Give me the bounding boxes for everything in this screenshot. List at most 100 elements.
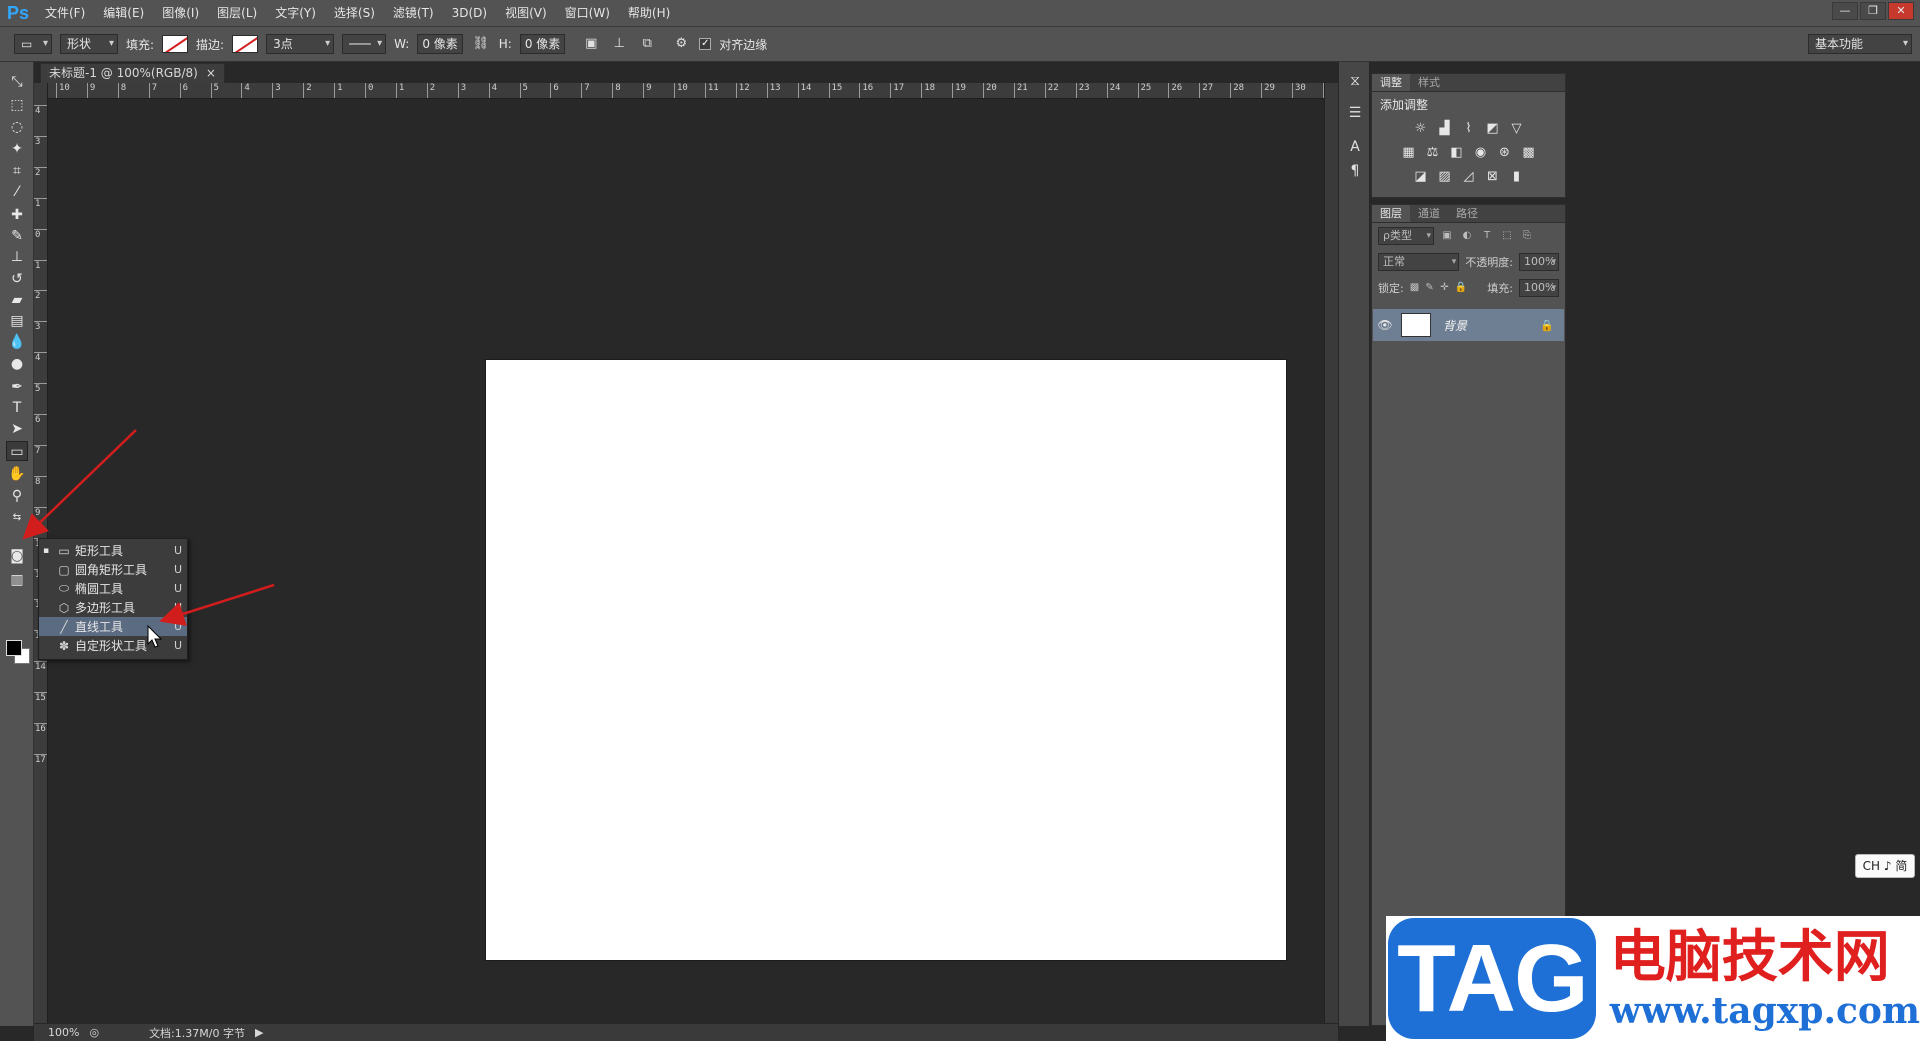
properties-panel-icon[interactable]: ☰: [1344, 102, 1366, 124]
stroke-swatch[interactable]: [232, 35, 259, 53]
blur-tool-icon[interactable]: 💧: [6, 332, 28, 352]
invert-icon[interactable]: ◪: [1412, 168, 1430, 186]
vibrance-icon[interactable]: ▽: [1508, 120, 1526, 138]
dodge-tool-icon[interactable]: ●: [6, 354, 28, 374]
tool-preset-picker[interactable]: ▭: [14, 34, 52, 54]
flyout-item-rectangle[interactable]: ▪ ▭ 矩形工具 U: [39, 541, 187, 560]
fill-swatch[interactable]: [162, 35, 189, 53]
gradient-tool-icon[interactable]: ▤: [6, 311, 28, 331]
tab-paths[interactable]: 路径: [1448, 205, 1486, 222]
tool-mode-select[interactable]: 形状: [60, 34, 118, 54]
lock-all-icon[interactable]: 🔒: [1455, 281, 1467, 295]
swap-colors-icon[interactable]: ⇆: [6, 508, 28, 528]
brightness-icon[interactable]: ☼: [1412, 120, 1430, 138]
rectangle-tool-icon[interactable]: ▭: [6, 441, 28, 461]
filter-shape-icon[interactable]: ⬚: [1500, 229, 1514, 243]
visibility-eye-icon[interactable]: 👁: [1373, 318, 1397, 332]
blend-mode-select[interactable]: 正常: [1378, 253, 1460, 271]
status-menu-arrow-icon[interactable]: ▶: [255, 1026, 263, 1039]
flyout-item-rounded-rectangle[interactable]: ▢ 圆角矩形工具 U: [39, 560, 187, 579]
posterize-icon[interactable]: ▨: [1436, 168, 1454, 186]
menu-filter[interactable]: 滤镜(T): [384, 0, 443, 27]
lasso-tool-icon[interactable]: ◌: [6, 117, 28, 137]
fill-opacity-input[interactable]: 100%: [1519, 279, 1559, 297]
menu-file[interactable]: 文件(F): [36, 0, 94, 27]
filter-adjustment-icon[interactable]: ◐: [1460, 229, 1474, 243]
screen-mode-icon[interactable]: ▥: [6, 570, 28, 590]
ime-indicator[interactable]: CH ♪ 简: [1855, 854, 1915, 878]
character-panel-icon[interactable]: A: [1344, 136, 1366, 158]
menu-view[interactable]: 视图(V): [496, 0, 556, 27]
align-edges-checkbox[interactable]: ✓: [699, 38, 712, 50]
menu-help[interactable]: 帮助(H): [619, 0, 679, 27]
brush-tool-icon[interactable]: ✎: [6, 226, 28, 246]
channel-mixer-icon[interactable]: ⊛: [1496, 144, 1514, 162]
foreground-color-swatch[interactable]: [6, 640, 22, 656]
menu-edit[interactable]: 编辑(E): [94, 0, 153, 27]
lock-position-icon[interactable]: ✛: [1440, 281, 1449, 295]
restore-button[interactable]: ❐: [1860, 2, 1886, 20]
path-operations-icon[interactable]: ▣: [581, 34, 601, 54]
width-input[interactable]: 0 像素: [417, 34, 463, 54]
move-tool-icon[interactable]: ⤡: [6, 72, 28, 92]
tab-channels[interactable]: 通道: [1410, 205, 1448, 222]
document-tab[interactable]: 未标题-1 @ 100%(RGB/8) ×: [40, 63, 225, 83]
clone-stamp-tool-icon[interactable]: ⊥: [6, 247, 28, 267]
link-icon[interactable]: ⛓: [471, 34, 491, 54]
tab-styles[interactable]: 样式: [1410, 74, 1448, 91]
gradient-map-icon[interactable]: ▮: [1508, 168, 1526, 186]
tab-adjustments[interactable]: 调整: [1372, 74, 1410, 91]
filter-smart-object-icon[interactable]: ⎘: [1520, 229, 1534, 243]
menu-window[interactable]: 窗口(W): [556, 0, 619, 27]
threshold-icon[interactable]: ◿: [1460, 168, 1478, 186]
pen-tool-icon[interactable]: ✒: [6, 377, 28, 397]
close-icon[interactable]: ×: [206, 64, 216, 83]
menu-image[interactable]: 图像(I): [153, 0, 208, 27]
stroke-width-select[interactable]: 3点: [266, 34, 335, 54]
flyout-item-ellipse[interactable]: ⬭ 椭圆工具 U: [39, 579, 187, 598]
path-selection-tool-icon[interactable]: ➤: [6, 419, 28, 439]
crop-tool-icon[interactable]: ⌗: [6, 161, 28, 181]
menu-select[interactable]: 选择(S): [325, 0, 384, 27]
layer-row-background[interactable]: 👁 背景 🔒: [1373, 309, 1564, 341]
layer-filter-select[interactable]: ρ类型: [1378, 227, 1434, 245]
flyout-item-custom-shape[interactable]: ✽ 自定形状工具 U: [39, 636, 187, 655]
levels-icon[interactable]: ▟: [1436, 120, 1454, 138]
paragraph-panel-icon[interactable]: ¶: [1344, 160, 1366, 182]
menu-3d[interactable]: 3D(D): [443, 0, 496, 27]
path-arrangement-icon[interactable]: ⧉: [637, 34, 657, 54]
curves-icon[interactable]: ⌇: [1460, 120, 1478, 138]
healing-brush-tool-icon[interactable]: ✚: [6, 205, 28, 225]
zoom-tool-icon[interactable]: ⚲: [6, 486, 28, 506]
status-options-icon[interactable]: ◎: [89, 1026, 99, 1039]
document-canvas[interactable]: [486, 360, 1286, 960]
tab-layers[interactable]: 图层: [1372, 205, 1410, 222]
marquee-tool-icon[interactable]: ⬚: [6, 95, 28, 115]
black-white-icon[interactable]: ◧: [1448, 144, 1466, 162]
path-alignment-icon[interactable]: ⊥: [609, 34, 629, 54]
stroke-type-select[interactable]: ───: [342, 34, 387, 54]
hand-tool-icon[interactable]: ✋: [6, 464, 28, 484]
workspace-select[interactable]: 基本功能: [1808, 34, 1912, 54]
eraser-tool-icon[interactable]: ▰: [6, 290, 28, 310]
color-lookup-icon[interactable]: ▩: [1520, 144, 1538, 162]
flyout-item-line[interactable]: ╱ 直线工具 U: [39, 617, 187, 636]
hue-saturation-icon[interactable]: ▦: [1400, 144, 1418, 162]
history-panel-icon[interactable]: ⧖: [1344, 70, 1366, 92]
menu-layer[interactable]: 图层(L): [208, 0, 266, 27]
color-balance-icon[interactable]: ⚖: [1424, 144, 1442, 162]
eyedropper-tool-icon[interactable]: ⁄: [6, 182, 28, 202]
photo-filter-icon[interactable]: ◉: [1472, 144, 1490, 162]
horizontal-ruler[interactable]: 10 9 8 7 6 5 4 3 2 1 0 1 2 3 4 5 6 7 8 9 10 11 12 13 14 15 16 17 18 1…: [48, 83, 1324, 99]
filter-type-icon[interactable]: T: [1480, 229, 1494, 243]
magic-wand-tool-icon[interactable]: ✦: [6, 139, 28, 159]
type-tool-icon[interactable]: T: [6, 398, 28, 418]
history-brush-tool-icon[interactable]: ↺: [6, 269, 28, 289]
opacity-input[interactable]: 100%: [1519, 253, 1559, 271]
lock-pixels-icon[interactable]: ✎: [1425, 281, 1434, 295]
lock-transparency-icon[interactable]: ▩: [1410, 281, 1419, 295]
filter-pixel-icon[interactable]: ▣: [1440, 229, 1454, 243]
close-button[interactable]: ✕: [1888, 2, 1914, 20]
exposure-icon[interactable]: ◩: [1484, 120, 1502, 138]
menu-type[interactable]: 文字(Y): [266, 0, 325, 27]
